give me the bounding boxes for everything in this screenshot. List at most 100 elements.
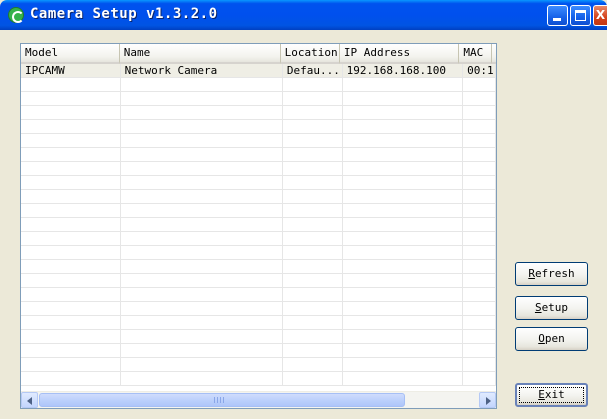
empty-cell — [283, 302, 343, 315]
empty-cell — [463, 302, 496, 315]
empty-cell — [283, 288, 343, 301]
app-icon[interactable] — [8, 7, 24, 23]
list-body: IPCAMW Network Camera Defau... 192.168.1… — [21, 64, 496, 392]
close-icon: X — [595, 8, 606, 22]
empty-cell — [121, 274, 283, 287]
empty-cell — [21, 288, 121, 301]
window-title: Camera Setup v1.3.2.0 — [30, 6, 218, 22]
horizontal-scrollbar[interactable] — [21, 391, 496, 408]
empty-cell — [121, 302, 283, 315]
empty-table-row — [21, 106, 496, 120]
list-header: Model Name Location IP Address MAC — [21, 44, 496, 64]
cell-ip-address: 192.168.168.100 — [343, 64, 464, 77]
empty-cell — [343, 218, 464, 231]
empty-cell — [463, 134, 496, 147]
empty-cell — [21, 232, 121, 245]
exit-button[interactable]: Exit — [515, 383, 588, 407]
accelerator-key: E — [538, 388, 545, 401]
empty-cell — [121, 162, 283, 175]
empty-cell — [343, 372, 464, 385]
empty-table-row — [21, 260, 496, 274]
minimize-button[interactable] — [547, 5, 568, 26]
empty-cell — [463, 78, 496, 91]
close-button[interactable]: X — [593, 5, 607, 26]
grip-icon — [214, 397, 224, 403]
empty-cell — [21, 218, 121, 231]
column-header-model[interactable]: Model — [21, 44, 120, 64]
empty-cell — [343, 358, 464, 371]
accelerator-key: S — [534, 301, 542, 314]
maximize-button[interactable] — [570, 5, 591, 26]
empty-cell — [121, 288, 283, 301]
cell-model: IPCAMW — [21, 64, 121, 77]
camera-list[interactable]: Model Name Location IP Address MAC IPCAM… — [20, 43, 497, 409]
empty-cell — [343, 162, 464, 175]
empty-cell — [343, 344, 464, 357]
empty-table-row — [21, 330, 496, 344]
refresh-button[interactable]: Refresh — [515, 262, 588, 286]
empty-cell — [21, 344, 121, 357]
arrow-right-icon — [486, 397, 491, 405]
empty-cell — [283, 372, 343, 385]
empty-cell — [283, 316, 343, 329]
empty-cell — [283, 232, 343, 245]
empty-cell — [463, 330, 496, 343]
empty-cell — [21, 120, 121, 133]
empty-table-row — [21, 78, 496, 92]
empty-cell — [21, 316, 121, 329]
setup-label: Setup — [534, 301, 569, 314]
open-button[interactable]: Open — [515, 327, 588, 351]
scrollbar-thumb[interactable] — [39, 393, 405, 407]
empty-table-row — [21, 302, 496, 316]
scroll-right-button[interactable] — [479, 392, 496, 408]
empty-cell — [343, 92, 464, 105]
setup-button[interactable]: Setup — [515, 296, 588, 320]
accelerator-key: O — [538, 332, 545, 345]
empty-cell — [21, 190, 121, 203]
empty-table-row — [21, 316, 496, 330]
title-bar[interactable]: Camera Setup v1.3.2.0 X — [0, 0, 607, 30]
empty-cell — [343, 204, 464, 217]
empty-cell — [21, 246, 121, 259]
empty-cell — [343, 176, 464, 189]
empty-cell — [463, 106, 496, 119]
empty-cell — [21, 204, 121, 217]
empty-table-row — [21, 162, 496, 176]
empty-table-row — [21, 190, 496, 204]
empty-cell — [21, 134, 121, 147]
column-header-location[interactable]: Location — [280, 44, 340, 64]
empty-cell — [283, 330, 343, 343]
column-header-mac[interactable]: MAC — [459, 44, 492, 64]
empty-table-row — [21, 176, 496, 190]
empty-cell — [283, 190, 343, 203]
minimize-icon — [553, 18, 561, 21]
empty-cell — [463, 344, 496, 357]
empty-cell — [21, 148, 121, 161]
empty-cell — [463, 316, 496, 329]
column-header-name[interactable]: Name — [119, 44, 281, 64]
cell-location: Defau... — [283, 64, 343, 77]
empty-cell — [121, 316, 283, 329]
scroll-left-button[interactable] — [21, 392, 38, 408]
exit-label: Exit — [538, 388, 565, 401]
empty-cell — [121, 246, 283, 259]
table-row[interactable]: IPCAMW Network Camera Defau... 192.168.1… — [21, 64, 496, 78]
empty-table-row — [21, 358, 496, 372]
empty-cell — [283, 274, 343, 287]
empty-table-row — [21, 288, 496, 302]
empty-cell — [21, 372, 121, 385]
empty-cell — [283, 78, 343, 91]
empty-cell — [343, 106, 464, 119]
empty-cell — [463, 218, 496, 231]
empty-cell — [121, 92, 283, 105]
empty-cell — [463, 162, 496, 175]
column-header-ip-address[interactable]: IP Address — [339, 44, 460, 64]
open-label: Open — [538, 332, 565, 345]
empty-cell — [121, 106, 283, 119]
empty-cell — [463, 92, 496, 105]
empty-cell — [21, 92, 121, 105]
empty-table-row — [21, 274, 496, 288]
empty-cell — [343, 288, 464, 301]
empty-cell — [283, 176, 343, 189]
empty-cell — [283, 218, 343, 231]
